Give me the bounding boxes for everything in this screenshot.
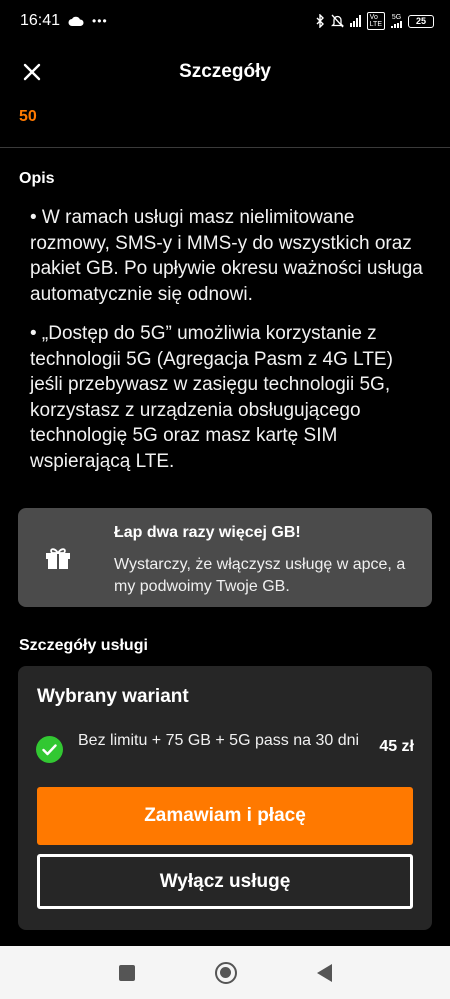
promo-banner[interactable]: Łap dwa razy więcej GB! Wystarczy, że wł… bbox=[18, 508, 432, 607]
bluetooth-icon bbox=[316, 14, 324, 28]
battery-level: 25 bbox=[415, 16, 426, 26]
home-icon[interactable] bbox=[214, 961, 237, 984]
checkmark-glyph bbox=[42, 743, 57, 755]
selected-variant-card: Wybrany wariant Bez limitu + 75 GB + 5G … bbox=[18, 666, 432, 930]
system-navigation-bar bbox=[0, 946, 450, 999]
top-price: 50 bbox=[19, 108, 37, 125]
card-title: Wybrany wariant bbox=[37, 686, 189, 707]
app-header: Szczegóły bbox=[0, 50, 450, 94]
variant-price: 45 zł bbox=[379, 738, 414, 755]
clock: 16:41 bbox=[20, 12, 61, 29]
service-details-label: Szczegóły usługi bbox=[19, 637, 148, 654]
description-label: Opis bbox=[19, 170, 55, 187]
status-left: 16:41 ••• bbox=[20, 12, 108, 30]
page-title: Szczegóły bbox=[179, 61, 271, 82]
promo-description: Wystarczy, że włączysz usługę w apce, a … bbox=[114, 556, 406, 595]
divider bbox=[0, 147, 450, 148]
description-bullet-1: • W ramach usługi masz nielimitowane roz… bbox=[30, 207, 423, 305]
status-bar: 16:41 ••• Vo LTE 5G 25 bbox=[0, 0, 450, 42]
cloud-icon bbox=[68, 16, 84, 26]
check-icon bbox=[36, 736, 63, 763]
volte-icon: Vo LTE bbox=[366, 12, 385, 30]
signal-icon bbox=[349, 15, 361, 27]
network-type: 5G bbox=[391, 14, 402, 28]
signal-icon-2 bbox=[391, 21, 402, 28]
scrolled-off-text bbox=[18, 90, 178, 100]
back-icon[interactable] bbox=[316, 963, 332, 982]
network-label: 5G bbox=[391, 14, 402, 21]
variant-name: Bez limitu + 75 GB + 5G pass na 30 dni bbox=[78, 732, 360, 749]
promo-title: Łap dwa razy więcej GB! bbox=[114, 524, 301, 541]
status-right: Vo LTE 5G 25 bbox=[316, 12, 434, 30]
close-icon bbox=[23, 63, 41, 81]
order-and-pay-button[interactable]: Zamawiam i płacę bbox=[37, 787, 413, 845]
disable-service-button[interactable]: Wyłącz usługę bbox=[37, 854, 413, 909]
gift-icon bbox=[46, 548, 70, 569]
mute-bell-icon bbox=[330, 14, 344, 28]
recent-apps-icon[interactable] bbox=[118, 964, 135, 981]
close-button[interactable] bbox=[14, 54, 50, 90]
more-notifications-icon: ••• bbox=[92, 14, 108, 28]
description-bullet-2: • „Dostęp do 5G” umożliwia korzystanie z… bbox=[30, 323, 393, 472]
battery-icon: 25 bbox=[408, 14, 434, 28]
